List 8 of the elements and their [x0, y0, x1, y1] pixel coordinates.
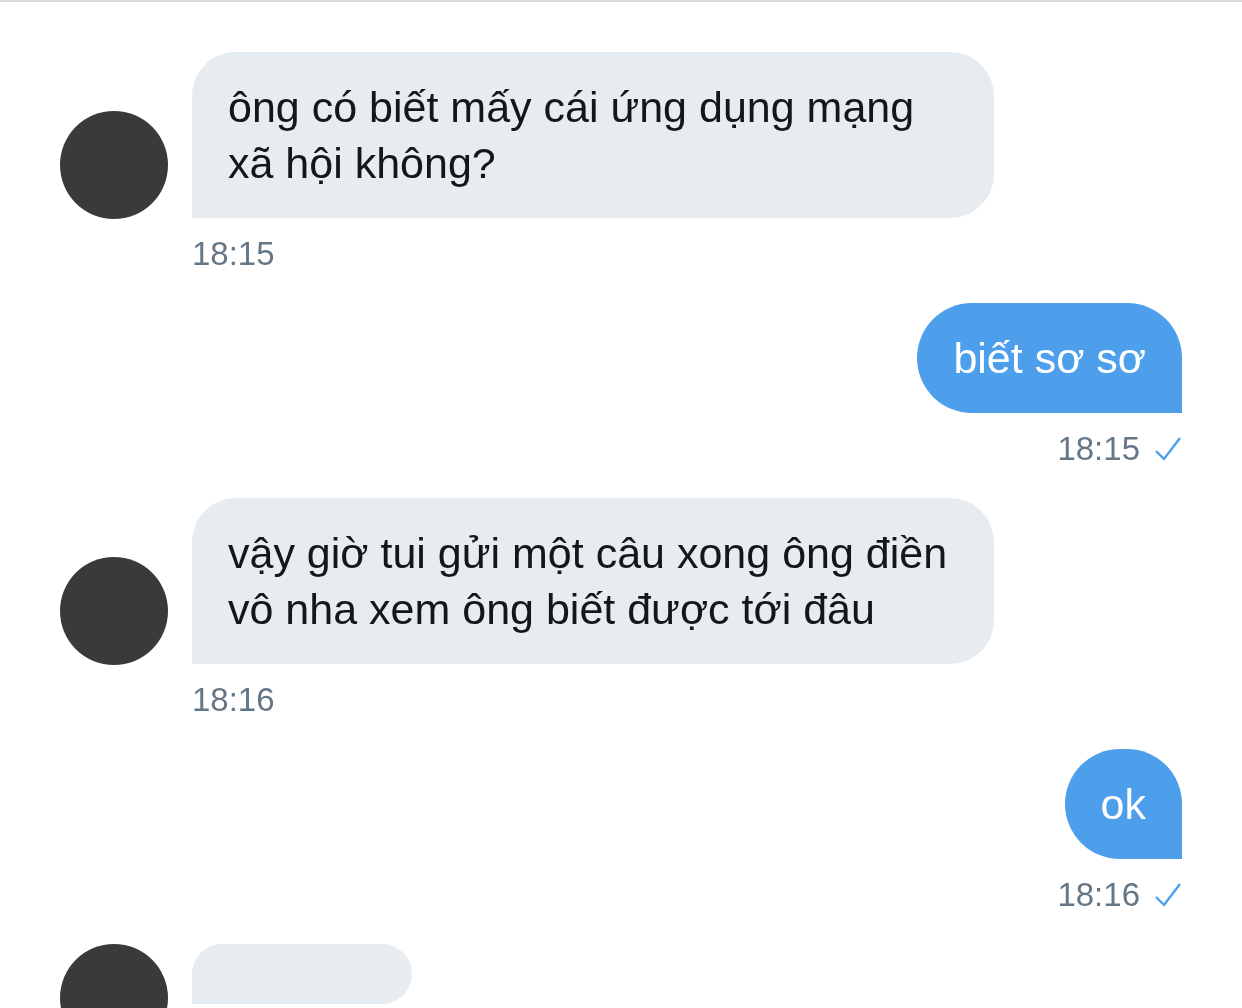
- message-bubble: vậy giờ tui gửi một câu xong ông điền vô nha xem ông biết được tới đâu: [192, 498, 994, 664]
- timestamp: 18:15: [192, 235, 275, 273]
- message-bubble: biết sơ sơ: [917, 303, 1182, 413]
- message-bubble: ông có biết mấy cái ứng dụng mạng xã hội không?: [192, 52, 994, 218]
- timestamp: 18:16: [1057, 876, 1140, 914]
- timestamp: 18:15: [1057, 430, 1140, 468]
- message-bubble: ok: [1064, 749, 1182, 859]
- timestamp: 18:16: [192, 681, 275, 719]
